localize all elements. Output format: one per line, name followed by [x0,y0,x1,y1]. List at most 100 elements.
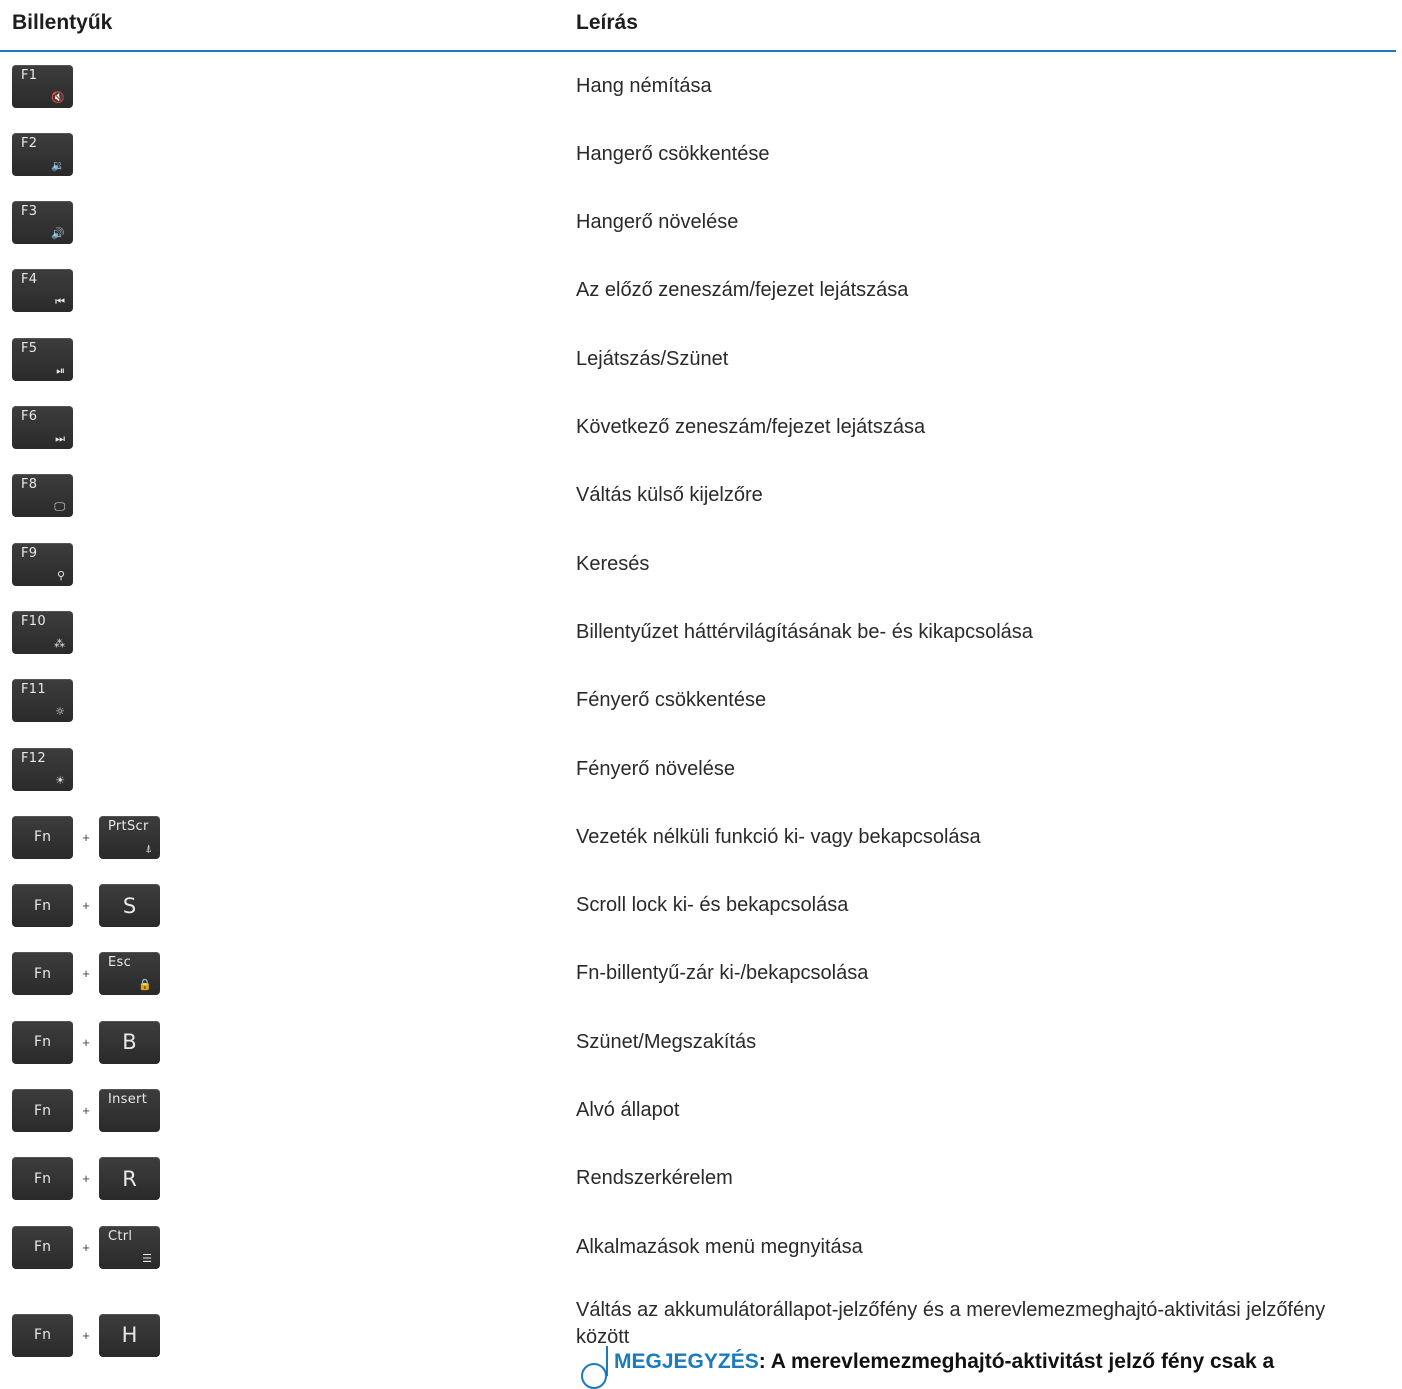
key-combo: F4 ⏮ [12,257,73,325]
plus-sign: + [82,966,90,982]
row-description: Billentyűzet háttérvilágításának be- és … [576,620,1033,643]
key-label: PrtScr [108,818,149,834]
key-combo: Fn + PrtScr ⍋ [12,803,160,871]
key-label: Fn [34,1239,51,1256]
plus-sign: + [82,1171,90,1187]
key-label: S [122,893,137,918]
plus-sign: + [82,1239,90,1255]
row-description: Vezeték nélküli funkció ki- vagy bekapcs… [576,825,981,848]
row-description: Fényerő csökkentése [576,689,767,712]
key-label: B [122,1030,137,1055]
key-function-icon: ⁂ [54,636,65,650]
table-row: F6 ⏭ Következő zeneszám/fejezet lejátszása [0,394,1402,462]
table-row: F1 🔇 Hang némítása [0,52,1402,120]
header-description: Leírás [576,11,638,34]
key-combo: F3 🔊 [12,189,73,257]
table-row: F8 🖵 Váltás külső kijelzőre [0,462,1402,530]
key-label: F3 [21,204,38,220]
key-label: Fn [34,1327,51,1343]
key-fn: Fn [12,1225,73,1269]
key-combo: Fn + Ctrl ☰ [12,1213,160,1281]
key-combo: F6 ⏭ [12,394,73,462]
plus-sign: + [82,1327,90,1343]
key-combo: Fn + H [12,1301,160,1369]
key-label: H [121,1323,138,1347]
key-fn: Fn [12,1313,73,1357]
key-function-icon: 🔒 [138,978,152,992]
row-description: Váltás külső kijelzőre [576,484,763,507]
table-row: F3 🔊 Hangerő növelése [0,189,1402,257]
key-function-icon: 🔇 [51,90,65,104]
key-label: F2 [21,135,38,151]
key-label: Fn [34,965,51,982]
key-f2: F2 🔉 [12,132,73,176]
key-ctrl: Ctrl ☰ [99,1225,160,1269]
key-fn: Fn [12,1089,73,1132]
row-description: Alkalmazások menü megnyitása [576,1235,863,1258]
key-function-icon: ⏯ [56,363,65,377]
key-label: F12 [21,750,46,766]
key-r: R [99,1157,160,1201]
key-label: Fn [34,829,51,846]
plus-sign: + [82,829,90,845]
key-function-icon: 🖵 [54,500,65,514]
key-f12: F12 ☀ [12,747,73,791]
table-row: F9 ⚲ Keresés [0,530,1402,598]
key-fn: Fn [12,1020,73,1064]
row-description: Hangerő növelése [576,211,739,234]
key-function-icon: ☼ [55,705,65,719]
table-row: Fn + Esc 🔒 Fn-billentyű-zár ki-/bekapcsolása [0,940,1402,1008]
key-function-icon: ☰ [142,1251,152,1265]
key-combo: F5 ⏯ [12,325,73,393]
key-label: F9 [21,545,38,561]
row-description: Lejátszás/Szünet [576,347,729,370]
key-function-icon: 🔉 [51,158,65,172]
header-keys: Billentyűk [12,11,113,34]
key-label: Fn [34,1034,51,1051]
key-fn: Fn [12,1157,73,1201]
table-row: F10 ⁂ Billentyűzet háttérvilágításának be-… [0,598,1402,666]
key-function-icon: ⏮ [55,295,65,309]
key-label: F4 [21,272,38,288]
key-label: F8 [21,477,38,493]
plus-sign: + [82,1034,90,1050]
row-description: Hangerő csökkentése [576,142,770,165]
row-description: Fn-billentyű-zár ki-/bekapcsolása [576,962,869,985]
row-description: Az előző zeneszám/fejezet lejátszása [576,279,909,302]
key-combo: Fn + R [12,1145,160,1213]
row-description: Rendszerkérelem [576,1167,733,1190]
key-label: F10 [21,613,46,629]
key-function-icon: ☀ [55,773,65,787]
key-combo: F9 ⚲ [12,530,73,598]
row-description: Fényerő növelése [576,757,735,780]
row-description: Szünet/Megszakítás [576,1030,757,1053]
key-f3: F3 🔊 [12,201,73,245]
key-label: Fn [34,897,51,914]
note-bar [606,1346,608,1376]
row-description: Scroll lock ki- és bekapcsolása [576,894,849,917]
note-icon [581,1363,607,1389]
key-prtscr: PrtScr ⍋ [99,815,160,859]
row-description: Váltás az akkumulátorállapot-jelzőfény é… [576,1299,1326,1348]
key-label: Fn [34,1170,51,1187]
key-function-icon: 🔊 [51,227,65,241]
key-insert: Insert [99,1089,160,1132]
table-row: Fn + S Scroll lock ki- és bekapcsolása [0,872,1402,940]
table-row: F12 ☀ Fényerő növelése [0,735,1402,803]
table-row: Fn + B Szünet/Megszakítás [0,1008,1402,1076]
row-description: Következő zeneszám/fejezet lejátszása [576,416,926,438]
plus-sign: + [82,1103,90,1118]
table-row: Fn + R Rendszerkérelem [0,1145,1402,1213]
key-combo: F11 ☼ [12,667,73,735]
table-row: F2 🔉 Hangerő csökkentése [0,120,1402,188]
table-row: F11 ☼ Fényerő csökkentése [0,667,1402,735]
key-label: R [122,1166,137,1191]
key-combo: Fn + B [12,1008,160,1076]
key-combo: Fn + Esc 🔒 [12,940,160,1008]
key-label: F5 [21,340,38,356]
key-combo: F12 ☀ [12,735,73,803]
table-row: Fn + Ctrl ☰ Alkalmazások menü megnyitása [0,1213,1402,1281]
table-row: Fn + PrtScr ⍋ Vezeték nélküli funkció ki- va… [0,803,1402,871]
note-label: MEGJEGYZÉS [614,1350,759,1373]
row-description: Keresés [576,552,650,575]
